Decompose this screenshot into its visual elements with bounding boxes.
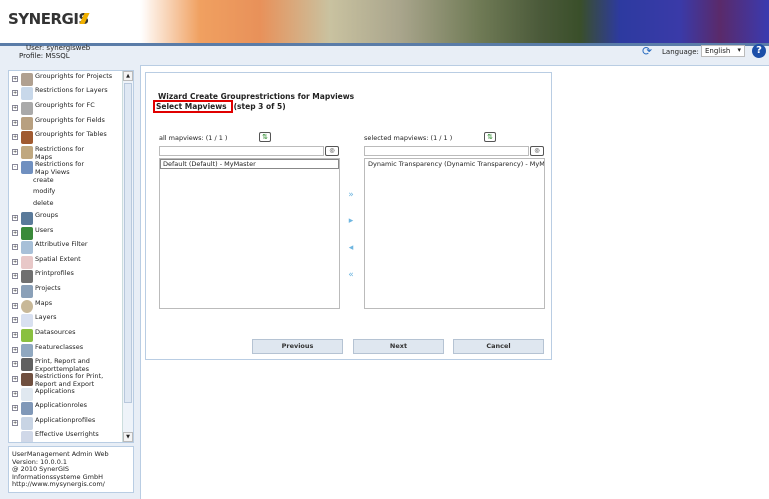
filter-icon [21,241,33,254]
expand-icon[interactable]: + [12,288,18,294]
map-user-icon [21,146,33,159]
language-label: Language: [662,48,699,56]
website-link[interactable]: http://www.mysynergis.com/ [12,480,105,488]
right-filter-input[interactable] [364,146,529,156]
expand-icon[interactable]: + [12,244,18,250]
expand-icon[interactable]: + [12,405,18,411]
sort-icon[interactable]: ⇅ [484,132,496,142]
applicationroles-icon [21,402,33,415]
expand-icon[interactable]: + [12,230,18,236]
scroll-down-icon[interactable]: ▼ [123,432,133,442]
refresh-icon[interactable]: ⟳ [642,45,654,57]
language-select[interactable]: English ▾ [701,45,745,57]
all-mapviews-header: all mapviews: (1 / 1 ) [159,134,228,142]
filter-icon[interactable]: ◎ [325,146,339,156]
userrights-icon [21,431,33,442]
list-item[interactable]: Dynamic Transparency (Dynamic Transparen… [365,159,544,169]
selected-mapviews-header: selected mapviews: (1 / 1 ) [364,134,453,142]
expand-icon[interactable]: + [12,90,18,96]
expand-icon[interactable]: + [12,215,18,221]
users-icon [21,227,33,240]
expand-icon[interactable]: + [12,273,18,279]
tree-subitem-create[interactable]: create [33,176,54,184]
print-restriction-icon [21,373,33,386]
layers-icon [21,314,33,327]
datasources-icon [21,329,33,342]
list-item[interactable]: Default (Default) - MyMaster [160,159,339,169]
user-info: User: synergisweb Profile: MSSQL [19,44,91,60]
expand-icon[interactable]: + [12,391,18,397]
expand-icon[interactable]: + [12,332,18,338]
scroll-up-icon[interactable]: ▲ [123,71,133,81]
filter-icon[interactable]: ◎ [530,146,544,156]
expand-icon[interactable]: + [12,105,18,111]
previous-button[interactable]: Previous [252,339,343,354]
printer-icon [21,270,33,283]
chevron-down-icon: ▾ [737,46,741,54]
logo: SYNERGIS [0,0,150,43]
move-all-left-icon[interactable]: « [345,270,357,280]
expand-icon[interactable]: + [12,149,18,155]
expand-icon[interactable]: + [12,361,18,367]
expand-icon[interactable]: + [12,347,18,353]
expand-icon[interactable]: + [12,76,18,82]
scroll-thumb[interactable] [124,83,132,403]
move-all-right-icon[interactable]: » [345,190,357,200]
projects-icon [21,285,33,298]
collapse-icon[interactable]: - [12,164,18,170]
help-icon[interactable]: ? [752,44,766,58]
tree-subitem-modify[interactable]: modify [33,187,55,195]
expand-icon[interactable]: + [12,259,18,265]
footer-info: UserManagement Admin Web Version: 10.0.0… [8,446,134,493]
table-user-icon [21,131,33,144]
left-filter-input[interactable] [159,146,324,156]
next-button[interactable]: Next [353,339,444,354]
sidebar-tree: + Grouprights for Projects + Restrictions … [8,70,134,443]
applicationprofiles-icon [21,417,33,430]
expand-icon[interactable]: + [12,420,18,426]
selected-mapviews-list[interactable]: Dynamic Transparency (Dynamic Transparen… [364,158,545,309]
maps-icon [21,300,33,313]
expand-icon[interactable]: + [12,376,18,382]
wizard-step: Select Mapviews (step 3 of 5) [153,100,286,113]
all-mapviews-list[interactable]: Default (Default) - MyMaster [159,158,340,309]
mapview-user-icon [21,161,33,174]
lock-user-icon [21,117,33,130]
move-left-icon[interactable]: ◂ [345,243,357,253]
tree-subitem-delete[interactable]: delete [33,199,53,207]
expand-icon[interactable]: + [12,303,18,309]
spatial-extent-icon [21,256,33,269]
sort-icon[interactable]: ⇅ [259,132,271,142]
cancel-button[interactable]: Cancel [453,339,544,354]
print-template-icon [21,358,33,371]
applications-icon [21,388,33,401]
lock-icon [21,102,33,115]
featureclasses-icon [21,344,33,357]
step-title-highlight: Select Mapviews [153,100,233,113]
expand-icon[interactable]: + [12,317,18,323]
move-right-icon[interactable]: ▸ [345,216,357,226]
groups-icon [21,212,33,225]
layer-restriction-icon [21,87,33,100]
expand-icon[interactable]: + [12,134,18,140]
sidebar-scrollbar[interactable]: ▲ ▼ [122,71,133,442]
expand-icon[interactable]: + [12,120,18,126]
lock-user-icon [21,73,33,86]
